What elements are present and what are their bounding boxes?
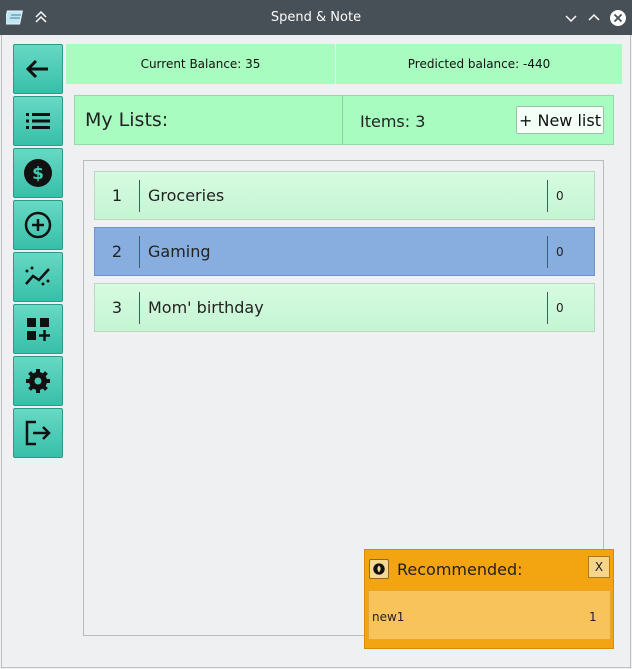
row-divider (547, 236, 548, 268)
logout-button[interactable] (13, 408, 63, 458)
expenses-button[interactable]: $ (13, 148, 63, 198)
maximize-icon[interactable] (584, 8, 604, 28)
current-balance: Current Balance: 35 (66, 44, 335, 84)
page-title: My Lists: (85, 109, 169, 131)
recommended-item-name: new1 (372, 610, 405, 624)
arrow-left-icon (25, 59, 48, 79)
recommended-item-count: 1 (589, 610, 597, 624)
title-bar: Spend & Note (0, 0, 632, 35)
widgets-button[interactable] (13, 304, 63, 354)
row-count: 0 (556, 245, 564, 259)
lists-header: My Lists: Items: 3 + New list (74, 95, 614, 145)
recommended-item[interactable]: new1 1 (368, 590, 611, 640)
predicted-balance: Predicted balance: -440 (336, 44, 622, 84)
minimize-icon[interactable] (561, 8, 581, 28)
chart-line-icon (25, 266, 50, 286)
header-divider (342, 96, 343, 144)
gear-icon (26, 369, 50, 393)
new-list-button[interactable]: + New list (516, 106, 604, 134)
statistics-button[interactable] (13, 252, 63, 302)
logout-icon (25, 420, 51, 446)
row-name: Gaming (148, 242, 211, 261)
close-recommended-button[interactable]: X (588, 556, 610, 578)
recommended-popup: Recommended: X new1 1 (364, 549, 614, 649)
row-divider (139, 180, 140, 212)
back-button[interactable] (13, 44, 63, 94)
row-number: 2 (111, 242, 123, 261)
list-row-gaming[interactable]: 2 Gaming 0 (94, 227, 595, 276)
list-row-moms-birthday[interactable]: 3 Mom' birthday 0 (94, 283, 595, 332)
row-name: Mom' birthday (148, 298, 264, 317)
close-window-icon[interactable] (608, 8, 628, 28)
dollar-icon: $ (24, 159, 52, 187)
row-number: 3 (111, 298, 123, 317)
items-count: Items: 3 (360, 112, 426, 131)
row-divider (139, 236, 140, 268)
add-widget-icon (27, 318, 50, 341)
row-divider (547, 292, 548, 324)
recommended-title: Recommended: (397, 560, 523, 579)
row-number: 1 (111, 186, 123, 205)
lists-button[interactable] (13, 96, 63, 146)
svg-text:$: $ (32, 164, 44, 184)
row-name: Groceries (148, 186, 225, 205)
row-divider (547, 180, 548, 212)
plus-circle-icon (24, 211, 52, 239)
list-icon (26, 113, 50, 129)
settings-button[interactable] (13, 356, 63, 406)
row-count: 0 (556, 301, 564, 315)
row-divider (139, 292, 140, 324)
row-count: 0 (556, 189, 564, 203)
list-row-groceries[interactable]: 1 Groceries 0 (94, 171, 595, 220)
window-title: Spend & Note (270, 10, 362, 25)
recommended-icon (369, 559, 389, 579)
add-button[interactable] (13, 200, 63, 250)
